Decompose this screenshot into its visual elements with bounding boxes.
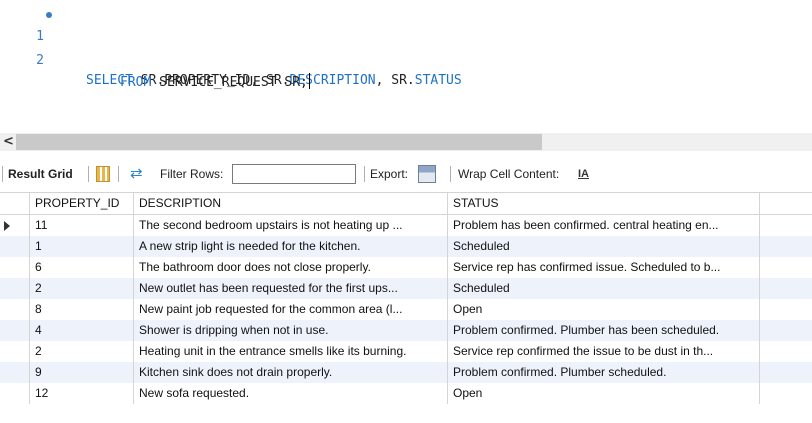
toolbar-separator <box>118 166 119 182</box>
table-row[interactable]: 8 New paint job requested for the common … <box>0 299 812 320</box>
line-number: 2 <box>36 53 44 68</box>
table-row[interactable]: 9 Kitchen sink does not drain properly. Pr… <box>0 362 812 383</box>
cell-description[interactable]: Shower is dripping when not in use. <box>134 320 448 341</box>
cell-status[interactable]: Open <box>448 383 760 404</box>
cell-status[interactable]: Service rep confirmed the issue to be du… <box>448 341 760 362</box>
wrap-cell-content-label: Wrap Cell Content: <box>458 167 560 181</box>
current-row-pointer-icon <box>4 221 10 231</box>
cell-property-id[interactable]: 6 <box>30 257 134 278</box>
toolbar-separator <box>88 166 89 182</box>
toolbar-separator <box>2 166 3 182</box>
column-header-description[interactable]: DESCRIPTION <box>134 193 448 214</box>
table-row[interactable]: 12 New sofa requested. Open <box>0 383 812 404</box>
cell-description[interactable]: New sofa requested. <box>134 383 448 404</box>
row-selector[interactable] <box>0 215 30 236</box>
grid-body: 11 The second bedroom upstairs is not hea… <box>0 215 812 404</box>
result-toolbar: Result Grid ⇄ Filter Rows: Export: Wrap … <box>0 160 812 188</box>
row-selector[interactable] <box>0 362 30 383</box>
scrollbar-thumb[interactable] <box>16 134 542 150</box>
cell-property-id[interactable]: 11 <box>30 215 134 236</box>
cell-description[interactable]: A new strip light is needed for the kitc… <box>134 236 448 257</box>
cell-property-id[interactable]: 4 <box>30 320 134 341</box>
scroll-left-icon[interactable]: < <box>3 133 14 151</box>
cell-description[interactable]: The bathroom door does not close properl… <box>134 257 448 278</box>
table-row[interactable]: 2 Heating unit in the entrance smells lik… <box>0 341 812 362</box>
row-selector[interactable] <box>0 236 30 257</box>
column-header-property-id[interactable]: PROPERTY_ID <box>30 193 134 214</box>
sql-text: SERVICE_REQUEST SR; <box>151 75 308 90</box>
cell-property-id[interactable]: 2 <box>30 341 134 362</box>
sql-keyword: FROM <box>120 75 152 90</box>
grid-view-icon[interactable] <box>96 166 110 182</box>
table-row[interactable]: 2 New outlet has been requested for the f… <box>0 278 812 299</box>
cell-description[interactable]: New outlet has been requested for the fi… <box>134 278 448 299</box>
sql-keyword: STATUS <box>414 73 462 88</box>
wrap-cell-content-icon[interactable]: IA <box>578 160 589 188</box>
code-text: FROM SERVICE_REQUEST SR; <box>120 72 310 94</box>
toolbar-separator <box>364 166 365 182</box>
row-selector[interactable] <box>0 383 30 404</box>
row-selector[interactable] <box>0 257 30 278</box>
export-icon[interactable] <box>418 165 436 183</box>
code-line[interactable]: 2 FROM SERVICE_REQUEST SR; <box>0 28 812 90</box>
cell-status[interactable]: Scheduled <box>448 278 760 299</box>
cell-description[interactable]: Heating unit in the entrance smells like… <box>134 341 448 362</box>
cell-status[interactable]: Problem has been confirmed. central heat… <box>448 215 760 236</box>
cell-property-id[interactable]: 9 <box>30 362 134 383</box>
cell-description[interactable]: New paint job requested for the common a… <box>134 299 448 320</box>
result-grid[interactable]: PROPERTY_ID DESCRIPTION STATUS 11 The sec… <box>0 192 812 404</box>
sql-editor[interactable]: 1 SELECT SR.PROPERTY_ID, SR.DESCRIPTION,… <box>0 0 812 130</box>
cell-status[interactable]: Open <box>448 299 760 320</box>
row-gutter-header <box>0 193 30 214</box>
cell-property-id[interactable]: 8 <box>30 299 134 320</box>
filter-rows-label: Filter Rows: <box>160 167 224 181</box>
row-selector[interactable] <box>0 278 30 299</box>
cell-status[interactable]: Scheduled <box>448 236 760 257</box>
cell-description[interactable]: The second bedroom upstairs is not heati… <box>134 215 448 236</box>
executed-statement-marker <box>46 12 52 18</box>
filter-rows-input[interactable] <box>232 164 356 184</box>
cell-description[interactable]: Kitchen sink does not drain properly. <box>134 362 448 383</box>
table-row[interactable]: 4 Shower is dripping when not in use. Prob… <box>0 320 812 341</box>
row-selector[interactable] <box>0 299 30 320</box>
text-caret <box>308 73 310 89</box>
horizontal-scrollbar[interactable]: < <box>0 133 812 151</box>
refresh-icon[interactable]: ⇄ <box>130 160 143 188</box>
row-selector[interactable] <box>0 320 30 341</box>
cell-property-id[interactable]: 2 <box>30 278 134 299</box>
cell-status[interactable]: Service rep has confirmed issue. Schedul… <box>448 257 760 278</box>
result-grid-tab[interactable]: Result Grid <box>8 160 73 188</box>
grid-header: PROPERTY_ID DESCRIPTION STATUS <box>0 192 812 215</box>
table-row[interactable]: 6 The bathroom door does not close proper… <box>0 257 812 278</box>
cell-property-id[interactable]: 12 <box>30 383 134 404</box>
row-selector[interactable] <box>0 341 30 362</box>
column-header-status[interactable]: STATUS <box>448 193 760 214</box>
cell-property-id[interactable]: 1 <box>30 236 134 257</box>
table-row[interactable]: 11 The second bedroom upstairs is not hea… <box>0 215 812 236</box>
code-line[interactable]: 1 SELECT SR.PROPERTY_ID, SR.DESCRIPTION,… <box>0 4 812 88</box>
cell-status[interactable]: Problem confirmed. Plumber has been sche… <box>448 320 760 341</box>
sql-text: , SR. <box>375 73 415 88</box>
export-label: Export: <box>370 167 409 181</box>
cell-status[interactable]: Problem confirmed. Plumber scheduled. <box>448 362 760 383</box>
toolbar-separator <box>450 166 451 182</box>
table-row[interactable]: 1A new strip light is needed for the kit… <box>0 236 812 257</box>
